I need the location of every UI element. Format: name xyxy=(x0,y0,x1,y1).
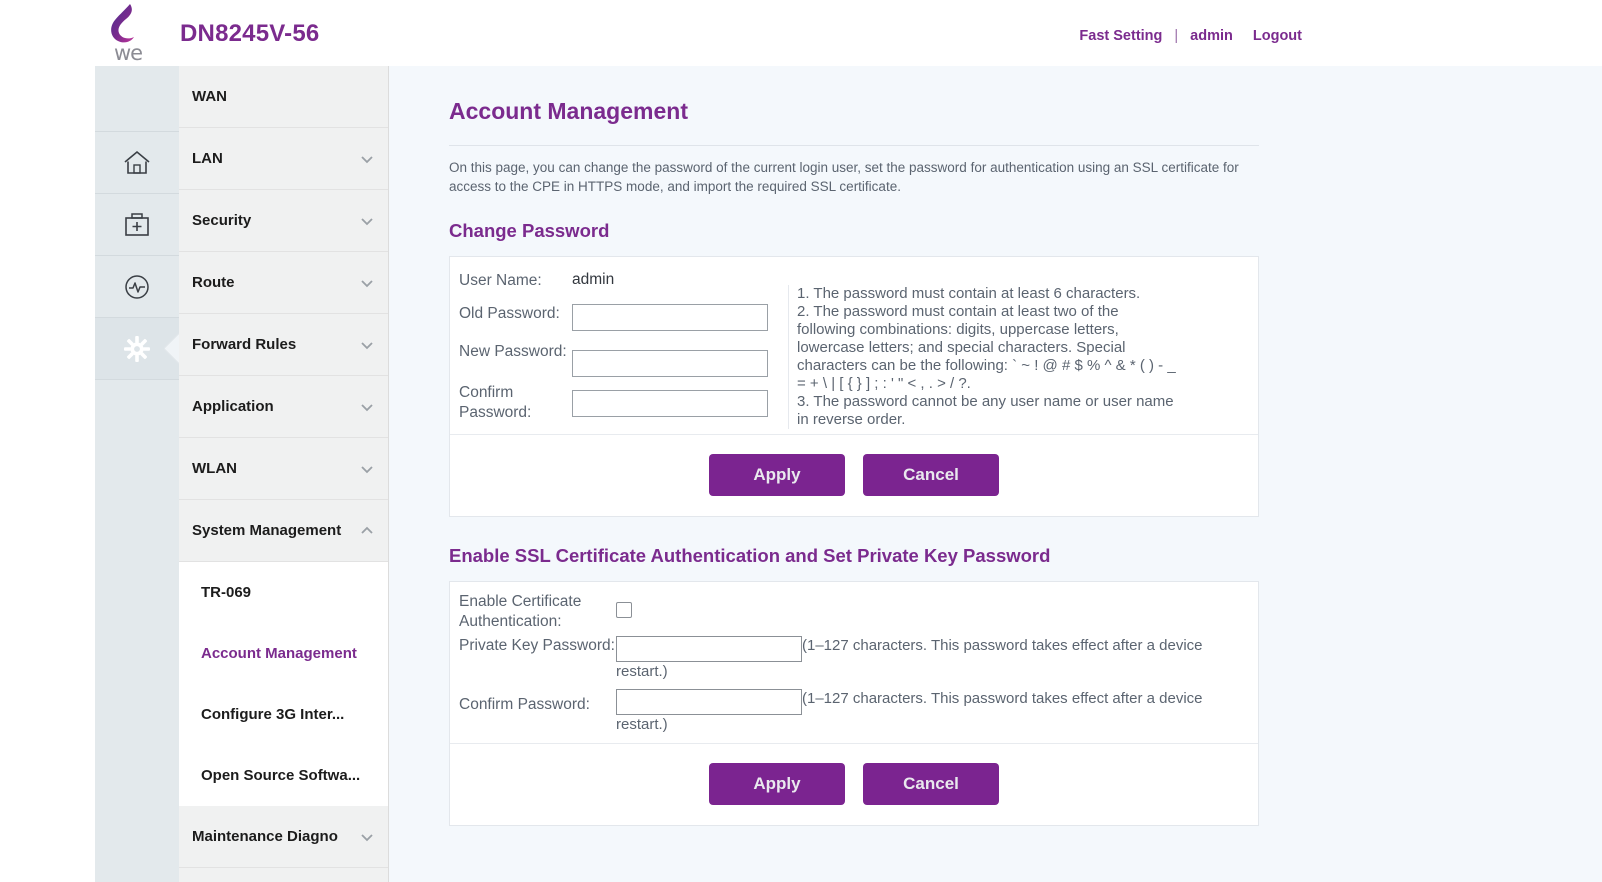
enable-certificate-row: Enable Certificate Authentication: xyxy=(450,592,1258,632)
private-key-password-row: Private Key Password: (1–127 characters.… xyxy=(450,635,1258,682)
sidebar-item-account-management[interactable]: Account Management xyxy=(179,623,388,684)
private-key-password-label: Private Key Password: xyxy=(459,636,615,654)
submenu-item-label: TR-069 xyxy=(201,584,252,601)
system-management-submenu: TR-069 Account Management Configure 3G I… xyxy=(179,562,388,806)
sidebar-item-label: WAN xyxy=(192,88,227,105)
enable-certificate-checkbox[interactable] xyxy=(616,601,632,618)
sidebar-item-application[interactable]: Application xyxy=(179,376,388,438)
flame-logo-icon xyxy=(111,4,134,43)
sidebar-item-label: Maintenance Diagno xyxy=(192,828,338,845)
sidebar-item-label: Route xyxy=(192,274,235,291)
change-password-apply-button[interactable]: Apply xyxy=(709,454,845,497)
change-password-panel: User Name: admin Old Password: New Passw… xyxy=(449,256,1259,517)
page-description: On this page, you can change the passwor… xyxy=(449,160,1239,195)
sidebar-item-label: Security xyxy=(192,212,252,229)
ssl-confirm-password-row: Confirm Password: (1–127 characters. Thi… xyxy=(450,689,1258,735)
sidebar-item-route[interactable]: Route xyxy=(179,252,388,314)
password-rule-line: 2. The password must contain at least tw… xyxy=(797,303,1119,321)
home-icon xyxy=(124,150,150,174)
password-rule-line: characters can be the following: ` ~ ! @… xyxy=(797,357,1176,375)
submenu-item-label: Account Management xyxy=(201,645,357,662)
sidebar-item-settings[interactable] xyxy=(95,318,179,380)
sidebar-item-label: Application xyxy=(192,398,274,415)
submenu-item-label: Open Source Softwa... xyxy=(201,767,361,784)
fast-setting-link[interactable]: Fast Setting xyxy=(1069,28,1172,44)
logo-wordmark: we xyxy=(113,41,143,65)
rail-cell-blank xyxy=(95,66,179,132)
first-aid-kit-icon xyxy=(125,212,149,236)
nav-separator: | xyxy=(1174,28,1179,44)
chevron-down-icon xyxy=(361,279,373,287)
page-description-wrap: On this page, you can change the passwor… xyxy=(449,145,1259,196)
change-password-form: User Name: admin Old Password: New Passw… xyxy=(450,257,1258,433)
ssl-apply-button[interactable]: Apply xyxy=(709,763,845,806)
page-header: we DN8245V-56 Fast Setting | admin Logou… xyxy=(0,0,1602,66)
chevron-down-icon xyxy=(361,403,373,411)
old-password-label: Old Password: xyxy=(459,304,560,322)
user-name-value: admin xyxy=(572,271,615,289)
device-model-title: DN8245V-56 xyxy=(180,20,320,47)
sidebar-item-maintenance-diagnosis[interactable]: Maintenance Diagno xyxy=(179,806,388,868)
change-password-section-title: Change Password xyxy=(449,220,610,242)
ssl-cancel-button[interactable]: Cancel xyxy=(863,763,999,806)
chevron-down-icon xyxy=(361,833,373,841)
ssl-panel: Enable Certificate Authentication: Priva… xyxy=(449,580,1259,826)
password-rule-line: following combinations: digits, uppercas… xyxy=(797,321,1119,339)
change-password-cancel-button[interactable]: Cancel xyxy=(863,454,999,497)
brand-logo: we xyxy=(100,2,156,64)
sidebar-item-wlan[interactable]: WLAN xyxy=(179,438,388,500)
current-user-link[interactable]: admin xyxy=(1180,28,1243,44)
old-password-input[interactable] xyxy=(572,303,768,331)
sidebar-menu: WAN LAN Security Route Forward Rules App… xyxy=(179,66,389,882)
icon-rail xyxy=(95,66,179,882)
private-key-password-input[interactable] xyxy=(616,635,802,662)
pulse-circle-icon xyxy=(125,274,149,299)
sidebar-item-tr069[interactable]: TR-069 xyxy=(179,562,388,623)
new-password-input[interactable] xyxy=(572,349,768,377)
sidebar-item-configure-3g[interactable]: Configure 3G Inter... xyxy=(179,684,388,745)
chevron-down-icon xyxy=(361,155,373,163)
chevron-down-icon xyxy=(361,465,373,473)
sidebar-item-security[interactable]: Security xyxy=(179,190,388,252)
active-rail-pointer xyxy=(164,329,180,369)
ssl-confirm-password-label: Confirm Password: xyxy=(459,696,590,714)
password-rule-line: 3. The password cannot be any user name … xyxy=(797,393,1174,411)
submenu-item-label: Configure 3G Inter... xyxy=(201,706,345,723)
password-rule-line: = + \ | [ { } ] ; : ' " < , . > / ?. xyxy=(797,375,971,393)
sidebar-item-label: Forward Rules xyxy=(192,336,297,353)
confirm-password-label: Confirm Password: xyxy=(459,383,532,422)
ssl-actions: Apply Cancel xyxy=(450,742,1258,825)
password-rules: 1. The password must contain at least 6 … xyxy=(788,285,1258,430)
sidebar-item-label: WLAN xyxy=(192,460,237,477)
sidebar-item-system-management[interactable]: System Management xyxy=(179,500,388,562)
ssl-form: Enable Certificate Authentication: Priva… xyxy=(450,582,1258,743)
sidebar-item-toolkit[interactable] xyxy=(95,194,179,256)
main-content: Account Management On this page, you can… xyxy=(389,66,1602,882)
gear-icon xyxy=(124,335,150,362)
sidebar-item-forward-rules[interactable]: Forward Rules xyxy=(179,314,388,376)
ssl-confirm-password-input[interactable] xyxy=(616,689,802,716)
new-password-label: New Password: xyxy=(459,342,567,360)
password-rule-line: in reverse order. xyxy=(797,411,906,429)
sidebar-item-lan[interactable]: LAN xyxy=(179,128,388,190)
change-password-actions: Apply Cancel xyxy=(450,433,1258,516)
password-rule-line: 1. The password must contain at least 6 … xyxy=(797,285,1141,303)
page-title: Account Management xyxy=(449,98,688,124)
user-name-label: User Name: xyxy=(459,272,542,290)
enable-certificate-label: Enable Certificate Authentication: xyxy=(459,592,582,630)
sidebar-item-wan[interactable]: WAN xyxy=(179,66,388,128)
chevron-down-icon xyxy=(361,217,373,225)
chevron-down-icon xyxy=(361,341,373,349)
sidebar-item-open-source-software[interactable]: Open Source Softwa... xyxy=(179,745,388,806)
password-rule-line: lowercase letters; and special character… xyxy=(797,339,1126,357)
ssl-section-title: Enable SSL Certificate Authentication an… xyxy=(449,544,1051,566)
confirm-password-input[interactable] xyxy=(572,389,768,417)
header-nav: Fast Setting | admin Logout xyxy=(1069,28,1312,44)
chevron-up-icon xyxy=(361,526,373,534)
logout-link[interactable]: Logout xyxy=(1243,28,1312,44)
sidebar-item-home[interactable] xyxy=(95,132,179,194)
sidebar-item-diagnostics[interactable] xyxy=(95,256,179,318)
sidebar-item-label: LAN xyxy=(192,150,223,167)
sidebar-item-label: System Management xyxy=(192,522,342,539)
